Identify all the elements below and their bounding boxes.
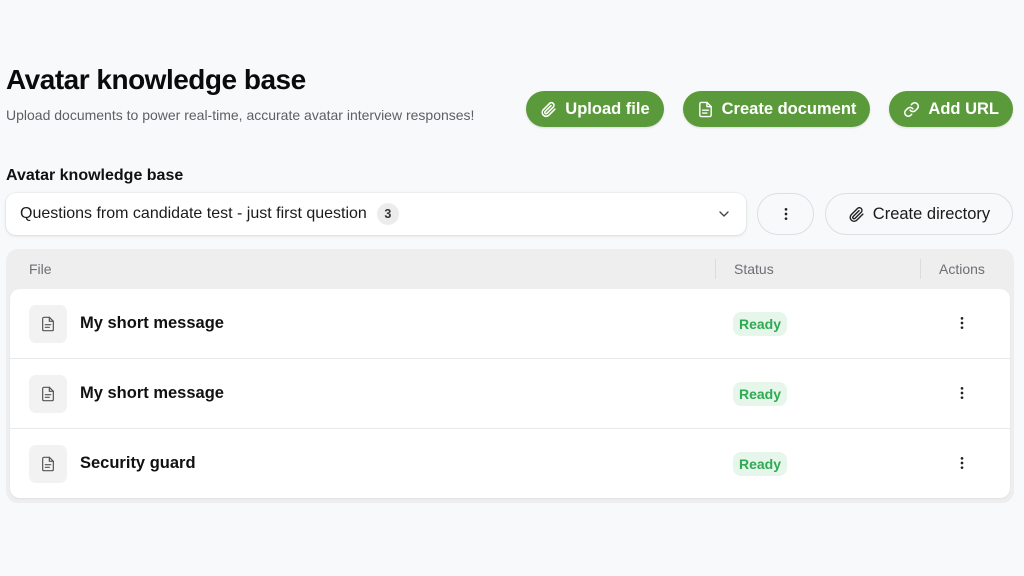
row-actions-button[interactable] [950,311,974,335]
create-directory-label: Create directory [872,204,991,223]
column-header-file: File [29,261,52,277]
file-icon-box [29,305,67,343]
column-header-status: Status [734,261,774,277]
status-badge: Ready [733,452,788,476]
document-icon [42,316,54,332]
file-icon-box [29,445,67,483]
file-name: Security guard [80,454,196,472]
create-directory-button[interactable]: Create directory [825,193,1013,235]
document-icon [698,101,712,117]
document-icon [42,386,54,402]
file-icon-box [29,375,67,413]
row-actions-button[interactable] [950,381,974,405]
table-row[interactable]: Security guard Ready [10,429,1010,498]
column-divider [920,259,921,279]
directory-more-button[interactable] [757,193,814,235]
row-actions-button[interactable] [950,451,974,475]
knowledge-base-page: Avatar knowledge base Upload documents t… [0,0,1024,576]
paperclip-icon [541,101,556,117]
header-actions: Upload file Create document Add URL [526,91,1013,127]
column-divider [715,259,716,279]
create-document-label: Create document [721,99,857,118]
upload-file-label: Upload file [565,99,650,118]
more-vertical-icon [960,387,964,399]
directory-select-value: Questions from candidate test - just fir… [20,205,367,222]
add-url-button[interactable]: Add URL [889,91,1013,127]
column-header-actions: Actions [939,261,985,277]
directory-select[interactable]: Questions from candidate test - just fir… [6,193,746,235]
document-icon [42,456,54,472]
more-vertical-icon [960,457,964,469]
table-row[interactable]: My short message Ready [10,359,1010,429]
directory-section-label: Avatar knowledge base [6,167,184,184]
link-icon [904,101,920,117]
paperclip-icon [849,206,864,222]
directory-count-badge: 3 [376,203,399,225]
upload-file-button[interactable]: Upload file [526,91,664,127]
add-url-label: Add URL [928,99,999,118]
more-vertical-icon [960,317,964,329]
page-title: Avatar knowledge base [6,64,306,95]
file-name: My short message [80,384,224,402]
status-badge: Ready [733,312,788,336]
table-row[interactable]: My short message Ready [10,289,1010,359]
chevron-down-icon [719,211,729,217]
more-vertical-icon [784,208,787,220]
table-body: My short message Ready My short message … [10,289,1010,498]
files-table: File Status Actions My short message Rea… [6,249,1014,503]
page-subtitle: Upload documents to power real-time, acc… [6,107,475,123]
file-name: My short message [80,314,224,332]
create-document-button[interactable]: Create document [682,91,871,127]
table-header: File Status Actions [10,249,1010,289]
status-badge: Ready [733,382,788,406]
